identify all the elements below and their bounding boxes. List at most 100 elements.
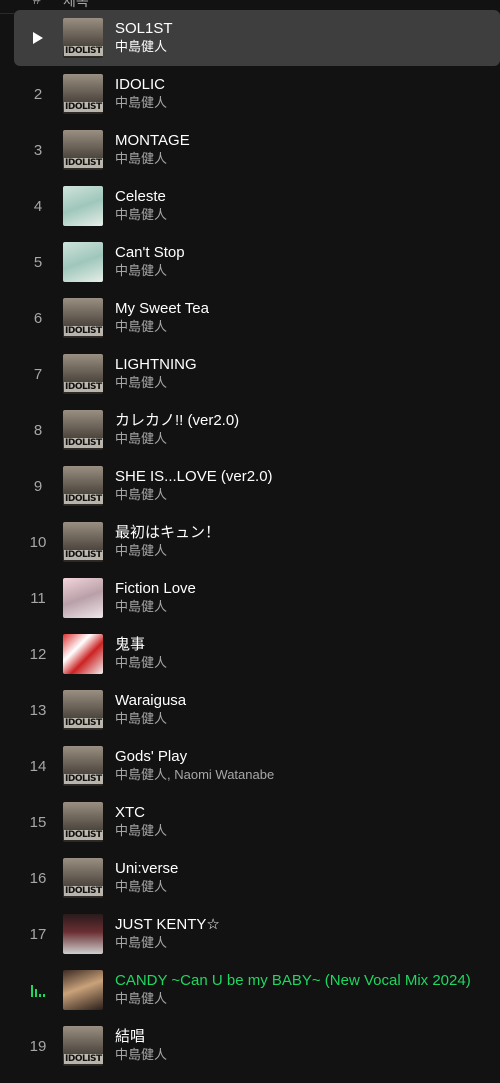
track-meta: JUST KENTY☆ 中島健人 bbox=[115, 915, 492, 952]
track-index: 14 bbox=[29, 757, 47, 775]
track-artist[interactable]: 中島健人 bbox=[115, 934, 492, 952]
track-row[interactable]: 2 IDOLIC中島健人 bbox=[0, 66, 500, 122]
equalizer-bar bbox=[31, 985, 33, 997]
track-index: 12 bbox=[29, 645, 47, 663]
track-meta: 鬼事 中島健人 bbox=[115, 635, 492, 672]
track-title[interactable]: カレカノ!! (ver2.0) bbox=[115, 411, 492, 430]
track-title[interactable]: Uni:verse bbox=[115, 859, 492, 878]
track-index: 11 bbox=[30, 589, 46, 607]
album-cover bbox=[63, 746, 103, 786]
track-row[interactable]: 3 MONTAGE中島健人 bbox=[0, 122, 500, 178]
track-title[interactable]: Can't Stop bbox=[115, 243, 492, 262]
track-row[interactable]: CANDY ~Can U be my BABY~ (New Vocal Mix … bbox=[0, 962, 500, 1018]
album-cover bbox=[63, 914, 103, 954]
track-artist[interactable]: 中島健人, Naomi Watanabe bbox=[115, 766, 492, 784]
track-index: 10 bbox=[29, 533, 47, 551]
track-index: 3 bbox=[33, 141, 43, 159]
album-cover bbox=[63, 522, 103, 562]
track-artist[interactable]: 中島健人 bbox=[115, 542, 492, 560]
track-title[interactable]: JUST KENTY☆ bbox=[115, 915, 492, 934]
track-title[interactable]: Waraigusa bbox=[115, 691, 492, 710]
track-meta: 結唱 中島健人 bbox=[115, 1027, 492, 1064]
track-meta: XTC 中島健人 bbox=[115, 803, 492, 840]
track-meta: MONTAGE 中島健人 bbox=[115, 131, 492, 168]
track-title[interactable]: Gods' Play bbox=[115, 747, 492, 766]
track-title[interactable]: 最初はキュン！ bbox=[115, 523, 492, 542]
track-index: 16 bbox=[29, 869, 47, 887]
album-cover bbox=[63, 690, 103, 730]
track-meta: Can't Stop 中島健人 bbox=[115, 243, 492, 280]
track-meta: Fiction Love 中島健人 bbox=[115, 579, 492, 616]
track-artist[interactable]: 中島健人 bbox=[115, 822, 492, 840]
track-artist[interactable]: 中島健人 bbox=[115, 710, 492, 728]
track-artist[interactable]: 中島健人 bbox=[115, 318, 492, 336]
track-meta: Celeste 中島健人 bbox=[115, 187, 492, 224]
track-title[interactable]: SHE IS...LOVE (ver2.0) bbox=[115, 467, 492, 486]
album-cover bbox=[63, 130, 103, 170]
track-artist[interactable]: 中島健人 bbox=[115, 374, 492, 392]
play-icon[interactable] bbox=[16, 10, 60, 66]
track-title[interactable]: XTC bbox=[115, 803, 492, 822]
track-title[interactable]: IDOLIC bbox=[115, 75, 492, 94]
track-index: 6 bbox=[33, 309, 43, 327]
track-row[interactable]: 13 Waraigusa中島健人 bbox=[0, 682, 500, 738]
track-title[interactable]: MONTAGE bbox=[115, 131, 492, 150]
album-cover bbox=[63, 242, 103, 282]
track-index: 9 bbox=[33, 477, 43, 495]
track-artist[interactable]: 中島健人 bbox=[115, 262, 492, 280]
track-row[interactable]: 8 カレカノ!! (ver2.0)中島健人 bbox=[0, 402, 500, 458]
track-title[interactable]: LIGHTNING bbox=[115, 355, 492, 374]
track-artist[interactable]: 中島健人 bbox=[115, 990, 492, 1008]
track-row[interactable]: 15 XTC中島健人 bbox=[0, 794, 500, 850]
album-cover bbox=[63, 354, 103, 394]
equalizer-bar bbox=[39, 994, 41, 997]
track-artist[interactable]: 中島健人 bbox=[115, 598, 492, 616]
track-row[interactable]: 19 結唱中島健人 bbox=[0, 1018, 500, 1074]
album-cover bbox=[63, 466, 103, 506]
track-artist[interactable]: 中島健人 bbox=[115, 878, 492, 896]
track-artist[interactable]: 中島健人 bbox=[115, 654, 492, 672]
track-index: 4 bbox=[33, 197, 43, 215]
track-row[interactable]: 14 Gods' Play中島健人, Naomi Watanabe bbox=[0, 738, 500, 794]
track-index: 8 bbox=[33, 421, 43, 439]
track-artist[interactable]: 中島健人 bbox=[115, 1046, 492, 1064]
track-row[interactable]: 12 鬼事 中島健人 bbox=[0, 626, 500, 682]
track-row[interactable]: 4 Celeste 中島健人 bbox=[0, 178, 500, 234]
track-artist[interactable]: 中島健人 bbox=[115, 38, 492, 56]
track-row[interactable]: 10 最初はキュン！中島健人 bbox=[0, 514, 500, 570]
track-title[interactable]: CANDY ~Can U be my BABY~ (New Vocal Mix … bbox=[115, 971, 492, 990]
track-meta: Waraigusa 中島健人 bbox=[115, 691, 492, 728]
album-cover bbox=[63, 1026, 103, 1066]
equalizer-bar bbox=[43, 994, 45, 997]
track-artist[interactable]: 中島健人 bbox=[115, 94, 492, 112]
track-row[interactable]: 9 SHE IS...LOVE (ver2.0)中島健人 bbox=[0, 458, 500, 514]
track-meta: SOL1ST 中島健人 bbox=[115, 19, 492, 56]
track-title[interactable]: 結唱 bbox=[115, 1027, 492, 1046]
track-artist[interactable]: 中島健人 bbox=[115, 486, 492, 504]
track-title[interactable]: Fiction Love bbox=[115, 579, 492, 598]
equalizer-bar bbox=[35, 989, 37, 997]
track-index: 7 bbox=[33, 365, 43, 383]
track-row[interactable]: 17 JUST KENTY☆ 中島健人 bbox=[0, 906, 500, 962]
track-artist[interactable]: 中島健人 bbox=[115, 430, 492, 448]
album-cover bbox=[63, 298, 103, 338]
track-index: 19 bbox=[29, 1037, 47, 1055]
track-artist[interactable]: 中島健人 bbox=[115, 206, 492, 224]
track-row[interactable]: SOL1ST中島健人 bbox=[14, 10, 500, 66]
track-row[interactable]: 6 My Sweet Tea中島健人 bbox=[0, 290, 500, 346]
track-meta: 最初はキュン！ 中島健人 bbox=[115, 523, 492, 560]
track-title[interactable]: SOL1ST bbox=[115, 19, 492, 38]
album-cover bbox=[63, 970, 103, 1010]
track-row[interactable]: 5 Can't Stop 中島健人 bbox=[0, 234, 500, 290]
track-title[interactable]: 鬼事 bbox=[115, 635, 492, 654]
equalizer-icon bbox=[16, 962, 60, 1018]
album-cover bbox=[63, 578, 103, 618]
track-meta: My Sweet Tea 中島健人 bbox=[115, 299, 492, 336]
track-title[interactable]: My Sweet Tea bbox=[115, 299, 492, 318]
track-row[interactable]: 16 Uni:verse中島健人 bbox=[0, 850, 500, 906]
track-artist[interactable]: 中島健人 bbox=[115, 150, 492, 168]
track-row[interactable]: 11 Fiction Love 中島健人 bbox=[0, 570, 500, 626]
track-title[interactable]: Celeste bbox=[115, 187, 492, 206]
track-row[interactable]: 7 LIGHTNING中島健人 bbox=[0, 346, 500, 402]
album-cover bbox=[63, 186, 103, 226]
